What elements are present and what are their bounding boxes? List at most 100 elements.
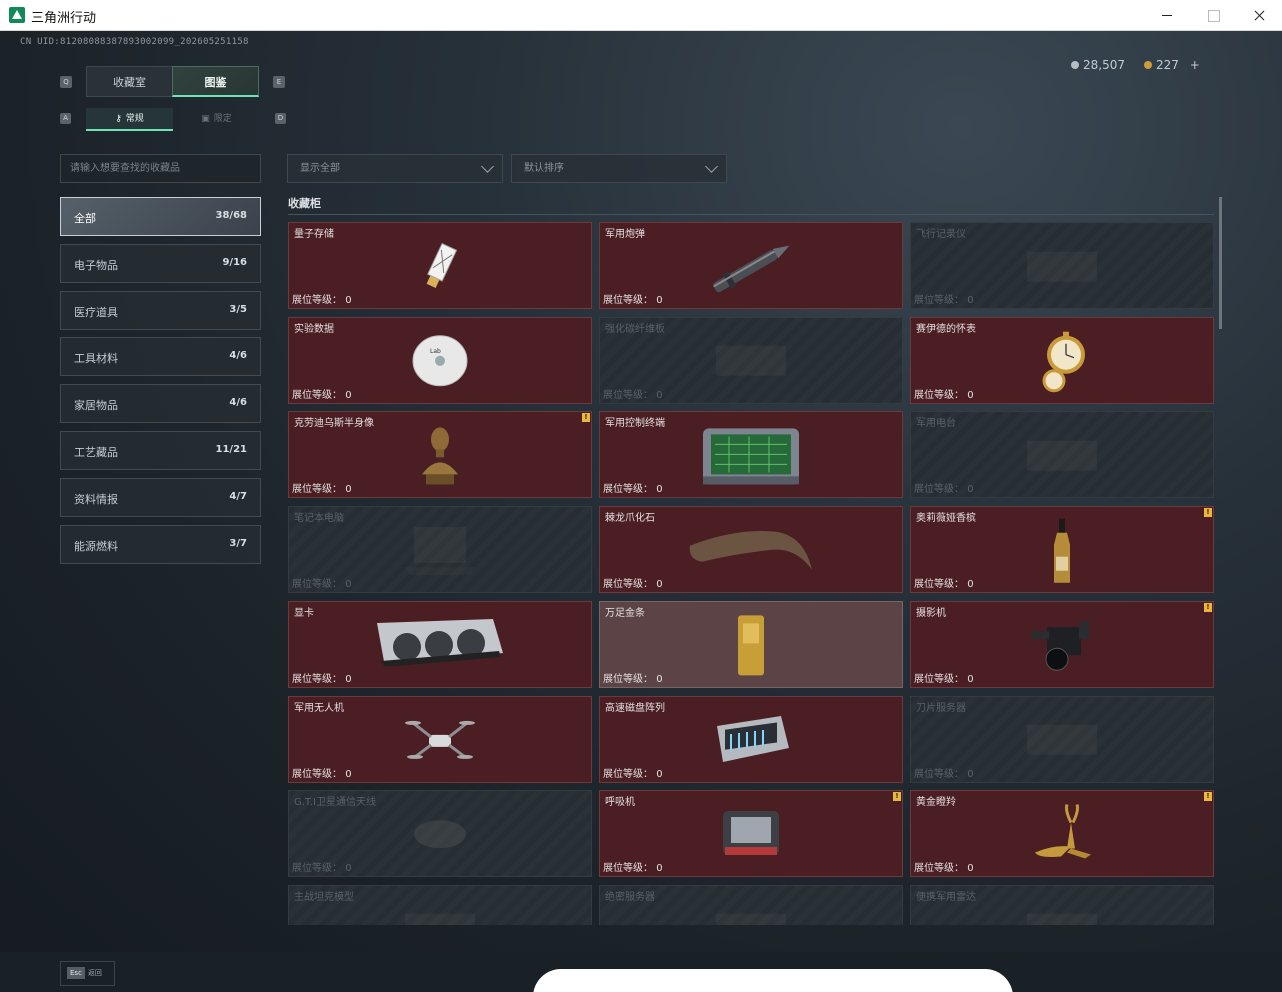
collection-item-card[interactable]: 刀片服务器 展位等级： 0 [910,695,1214,783]
minimize-button[interactable] [1144,0,1190,31]
item-name: 军用控制终端 [605,418,665,430]
item-level-value: 0 [656,579,663,591]
item-name: 主战坦克模型 [294,891,354,903]
sort-dropdown[interactable]: 默认排序 [511,154,727,183]
item-name: 克劳迪乌斯半身像 [294,418,374,430]
category-item[interactable]: 能源燃料 3/7 [60,524,261,564]
overlay-panel [533,969,1013,992]
new-badge-icon: ! [1204,602,1212,612]
collection-item-card[interactable]: 赛伊德的怀表 展位等级： 0 [910,316,1214,404]
item-level-value: 0 [967,484,974,496]
collection-item-card[interactable]: 军用电台 展位等级： 0 [910,411,1214,499]
maximize-button[interactable] [1190,0,1236,31]
collection-item-card[interactable]: 飞行记录仪 展位等级： 0 [910,222,1214,309]
item-image [699,424,803,492]
tab-atlas[interactable]: 图鉴 [172,66,259,97]
item-level: 展位等级： 0 [292,480,352,495]
item-image [1032,327,1092,401]
item-image [405,713,475,771]
category-item[interactable]: 资料情报 4/7 [60,477,261,517]
category-count: 4/7 [229,490,247,502]
back-button[interactable]: Esc 返回 [60,961,115,986]
item-level-value: 0 [345,484,352,496]
collection-item-card[interactable]: 笔记本电脑 展位等级： 0 [288,506,592,594]
item-level-label: 展位等级： [292,863,342,875]
category-item[interactable]: 家居物品 4/6 [60,384,261,424]
item-image [706,904,796,925]
item-level-label: 展位等级： [292,673,342,685]
category-item[interactable]: 医疗道具 3/5 [60,290,261,330]
item-level-label: 展位等级： [603,863,653,875]
item-level: 展位等级： 0 [292,765,352,780]
item-level: 展位等级： 0 [603,765,663,780]
collection-item-card[interactable]: G.T.I卫星通信天线 展位等级： 0 [288,790,592,878]
window-title: 三角洲行动 [31,11,97,26]
item-level: 展位等级： 0 [914,386,974,401]
collection-item-card[interactable]: 摄影机 展位等级： 0! [910,600,1214,688]
collection-item-card[interactable]: 量子存储 展位等级： 0 [288,222,592,309]
item-level-value: 0 [656,768,663,780]
item-name: 便携军用雷达 [916,891,976,903]
item-name: 绝密服务器 [605,891,655,903]
chevron-down-icon [481,160,494,173]
category-item[interactable]: 全部 38/68 [60,197,261,236]
collection-item-card[interactable]: 军用控制终端 展位等级： 0 [599,411,903,499]
item-level-value: 0 [345,863,352,875]
collection-item-card[interactable]: 主战坦克模型展位等级： 0 [288,884,592,925]
close-button[interactable] [1236,0,1282,31]
item-level-value: 0 [967,768,974,780]
category-label: 医疗道具 [74,305,118,319]
scrollbar[interactable] [1219,197,1222,329]
category-item[interactable]: 工艺藏品 11/21 [60,430,261,470]
item-name: 飞行记录仪 [916,229,966,240]
item-level-label: 展位等级： [914,295,964,306]
collection-item-card[interactable]: 便携军用雷达展位等级： 0 [910,884,1214,925]
collection-grid: 量子存储 展位等级： 0 军用炮弹 展位等级： 0 飞行记录仪展位等级： 0 实验数据 La… [288,222,1214,925]
collection-item-card[interactable]: 高速磁盘阵列 展位等级： 0 [599,695,903,783]
item-image: Lab [412,335,468,391]
item-name: 呼吸机 [605,797,635,809]
item-level: 展位等级： 0 [603,670,663,685]
subtab-limited[interactable]: ▣ 限定 [173,108,260,131]
collection-item-card[interactable]: 棘龙爪化石 展位等级： 0 [599,506,903,594]
add-currency-button[interactable]: + [1190,58,1200,72]
collection-item-card[interactable]: 绝密服务器展位等级： 0 [599,884,903,925]
category-label: 电子物品 [74,258,118,272]
key-hint-d: D [275,113,286,124]
item-image [706,336,796,390]
item-image [410,814,470,858]
tab-collection-room[interactable]: 收藏室 [86,66,173,97]
item-level: 展位等级： 0 [914,670,974,685]
item-level-label: 展位等级： [914,389,964,401]
subtab-normal[interactable]: ⚷ 常规 [86,108,173,131]
collection-item-card[interactable]: 军用炮弹 展位等级： 0 [599,222,903,309]
collection-item-card[interactable]: 奥莉薇娅香槟 展位等级： 0! [910,506,1214,594]
item-level-value: 0 [656,389,663,401]
new-badge-icon: ! [893,792,901,802]
category-count: 4/6 [229,397,247,409]
category-item[interactable]: 电子物品 9/16 [60,243,261,283]
item-level: 展位等级： 0 [603,480,663,495]
collection-item-card[interactable]: 军用无人机 展位等级： 0 [288,695,592,783]
item-level-label: 展位等级： [914,579,964,591]
collection-item-card[interactable]: 实验数据 Lab 展位等级： 0 [288,316,592,404]
item-level-value: 0 [656,673,663,685]
category-item[interactable]: 工具材料 4/6 [60,337,261,377]
item-name: 刀片服务器 [916,702,966,714]
search-input[interactable]: 请输入想要查找的收藏品 [60,154,261,183]
item-image [1027,615,1097,679]
gold-amount: 227 [1156,58,1179,72]
item-name: 强化碳纤维板 [605,323,665,335]
collection-item-card[interactable]: 强化碳纤维板 展位等级： 0 [599,316,903,404]
collection-item-card[interactable]: 克劳迪乌斯半身像 展位等级： 0! [288,411,592,499]
collection-item-card[interactable]: 呼吸机 展位等级： 0! [599,790,903,878]
collection-item-card[interactable]: 黄金瞪羚 展位等级： 0! [910,790,1214,878]
item-level-label: 展位等级： [603,484,653,496]
collection-item-card[interactable]: 万足金条 展位等级： 0 [599,600,903,688]
filter-dropdown[interactable]: 显示全部 [287,154,503,183]
item-name: 奥莉薇娅香槟 [916,513,976,525]
item-level: 展位等级： 0 [292,575,352,590]
esc-key-hint: Esc [67,967,85,979]
collection-item-card[interactable]: 显卡 展位等级： 0 [288,600,592,688]
item-name: 黄金瞪羚 [916,797,956,809]
